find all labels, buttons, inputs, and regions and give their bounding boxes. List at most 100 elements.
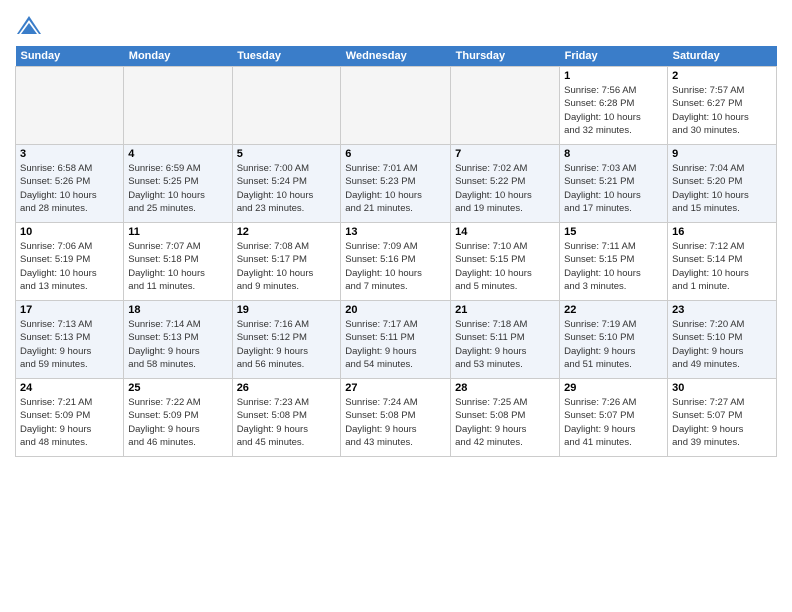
day-info: Sunrise: 7:14 AM Sunset: 5:13 PM Dayligh… (128, 318, 227, 371)
calendar-week-4: 24 Sunrise: 7:21 AM Sunset: 5:09 PM Dayli… (16, 379, 777, 457)
day-info: Sunrise: 7:56 AM Sunset: 6:28 PM Dayligh… (564, 84, 663, 137)
day-info: Sunrise: 7:13 AM Sunset: 5:13 PM Dayligh… (20, 318, 119, 371)
day-info: Sunrise: 7:27 AM Sunset: 5:07 PM Dayligh… (672, 396, 772, 449)
day-info: Sunrise: 7:20 AM Sunset: 5:10 PM Dayligh… (672, 318, 772, 371)
day-number: 12 (237, 226, 337, 238)
calendar-cell (16, 67, 124, 145)
calendar-cell: 10 Sunrise: 7:06 AM Sunset: 5:19 PM Dayli… (16, 223, 124, 301)
calendar-cell: 30Sunrise: 7:27 AM Sunset: 5:07 PM Dayli… (668, 379, 777, 457)
calendar-cell: 23 Sunrise: 7:20 AM Sunset: 5:10 PM Dayli… (668, 301, 777, 379)
day-info: Sunrise: 7:11 AM Sunset: 5:15 PM Dayligh… (564, 240, 663, 293)
day-number: 18 (128, 304, 227, 316)
weekday-header-friday: Friday (560, 46, 668, 67)
day-number: 1 (564, 70, 663, 82)
day-info: Sunrise: 7:10 AM Sunset: 5:15 PM Dayligh… (455, 240, 555, 293)
day-number: 11 (128, 226, 227, 238)
day-number: 6 (345, 148, 446, 160)
day-info: Sunrise: 7:08 AM Sunset: 5:17 PM Dayligh… (237, 240, 337, 293)
day-number: 20 (345, 304, 446, 316)
weekday-header-wednesday: Wednesday (341, 46, 451, 67)
day-info: Sunrise: 7:07 AM Sunset: 5:18 PM Dayligh… (128, 240, 227, 293)
day-info: Sunrise: 7:17 AM Sunset: 5:11 PM Dayligh… (345, 318, 446, 371)
day-number: 25 (128, 382, 227, 394)
day-info: Sunrise: 7:09 AM Sunset: 5:16 PM Dayligh… (345, 240, 446, 293)
calendar-cell: 18 Sunrise: 7:14 AM Sunset: 5:13 PM Dayli… (124, 301, 232, 379)
calendar-cell: 3 Sunrise: 6:58 AM Sunset: 5:26 PM Daylig… (16, 145, 124, 223)
day-number: 10 (20, 226, 119, 238)
calendar-cell: 5Sunrise: 7:00 AM Sunset: 5:24 PM Daylig… (232, 145, 341, 223)
day-info: Sunrise: 7:24 AM Sunset: 5:08 PM Dayligh… (345, 396, 446, 449)
day-number: 15 (564, 226, 663, 238)
day-number: 17 (20, 304, 119, 316)
day-info: Sunrise: 6:58 AM Sunset: 5:26 PM Dayligh… (20, 162, 119, 215)
weekday-header-saturday: Saturday (668, 46, 777, 67)
day-info: Sunrise: 6:59 AM Sunset: 5:25 PM Dayligh… (128, 162, 227, 215)
calendar-cell: 2 Sunrise: 7:57 AM Sunset: 6:27 PM Daylig… (668, 67, 777, 145)
day-number: 21 (455, 304, 555, 316)
day-info: Sunrise: 7:06 AM Sunset: 5:19 PM Dayligh… (20, 240, 119, 293)
day-number: 8 (564, 148, 663, 160)
day-number: 19 (237, 304, 337, 316)
calendar-cell: 14 Sunrise: 7:10 AM Sunset: 5:15 PM Dayli… (451, 223, 560, 301)
calendar-cell: 29Sunrise: 7:26 AM Sunset: 5:07 PM Dayli… (560, 379, 668, 457)
weekday-header-thursday: Thursday (451, 46, 560, 67)
calendar-cell: 19 Sunrise: 7:16 AM Sunset: 5:12 PM Dayli… (232, 301, 341, 379)
calendar-cell: 27 Sunrise: 7:24 AM Sunset: 5:08 PM Dayli… (341, 379, 451, 457)
calendar-table: SundayMondayTuesdayWednesdayThursdayFrid… (15, 46, 777, 457)
calendar-cell: 7 Sunrise: 7:02 AM Sunset: 5:22 PM Daylig… (451, 145, 560, 223)
day-info: Sunrise: 7:00 AM Sunset: 5:24 PM Dayligh… (237, 162, 337, 215)
calendar-cell: 20 Sunrise: 7:17 AM Sunset: 5:11 PM Dayli… (341, 301, 451, 379)
day-info: Sunrise: 7:01 AM Sunset: 5:23 PM Dayligh… (345, 162, 446, 215)
day-info: Sunrise: 7:18 AM Sunset: 5:11 PM Dayligh… (455, 318, 555, 371)
day-info: Sunrise: 7:57 AM Sunset: 6:27 PM Dayligh… (672, 84, 772, 137)
day-number: 29 (564, 382, 663, 394)
calendar-cell: 16 Sunrise: 7:12 AM Sunset: 5:14 PM Dayli… (668, 223, 777, 301)
day-info: Sunrise: 7:12 AM Sunset: 5:14 PM Dayligh… (672, 240, 772, 293)
day-number: 26 (237, 382, 337, 394)
day-number: 28 (455, 382, 555, 394)
weekday-header-sunday: Sunday (16, 46, 124, 67)
day-info: Sunrise: 7:25 AM Sunset: 5:08 PM Dayligh… (455, 396, 555, 449)
calendar-cell: 28 Sunrise: 7:25 AM Sunset: 5:08 PM Dayli… (451, 379, 560, 457)
day-number: 3 (20, 148, 119, 160)
day-number: 23 (672, 304, 772, 316)
calendar-cell: 4 Sunrise: 6:59 AM Sunset: 5:25 PM Daylig… (124, 145, 232, 223)
calendar-week-3: 17 Sunrise: 7:13 AM Sunset: 5:13 PM Dayli… (16, 301, 777, 379)
day-number: 7 (455, 148, 555, 160)
day-number: 2 (672, 70, 772, 82)
calendar-cell: 12 Sunrise: 7:08 AM Sunset: 5:17 PM Dayli… (232, 223, 341, 301)
calendar-cell: 24 Sunrise: 7:21 AM Sunset: 5:09 PM Dayli… (16, 379, 124, 457)
day-number: 16 (672, 226, 772, 238)
calendar-cell: 21 Sunrise: 7:18 AM Sunset: 5:11 PM Dayli… (451, 301, 560, 379)
day-info: Sunrise: 7:23 AM Sunset: 5:08 PM Dayligh… (237, 396, 337, 449)
calendar-cell: 17 Sunrise: 7:13 AM Sunset: 5:13 PM Dayli… (16, 301, 124, 379)
day-info: Sunrise: 7:16 AM Sunset: 5:12 PM Dayligh… (237, 318, 337, 371)
day-info: Sunrise: 7:03 AM Sunset: 5:21 PM Dayligh… (564, 162, 663, 215)
calendar-cell: 9Sunrise: 7:04 AM Sunset: 5:20 PM Daylig… (668, 145, 777, 223)
weekday-header-tuesday: Tuesday (232, 46, 341, 67)
calendar-cell (232, 67, 341, 145)
day-number: 22 (564, 304, 663, 316)
day-number: 13 (345, 226, 446, 238)
calendar-cell: 25 Sunrise: 7:22 AM Sunset: 5:09 PM Dayli… (124, 379, 232, 457)
logo-icon (15, 14, 43, 42)
calendar-cell (124, 67, 232, 145)
day-info: Sunrise: 7:22 AM Sunset: 5:09 PM Dayligh… (128, 396, 227, 449)
weekday-header-row: SundayMondayTuesdayWednesdayThursdayFrid… (16, 46, 777, 67)
calendar-cell (451, 67, 560, 145)
calendar-cell: 8 Sunrise: 7:03 AM Sunset: 5:21 PM Daylig… (560, 145, 668, 223)
day-number: 24 (20, 382, 119, 394)
day-number: 14 (455, 226, 555, 238)
day-info: Sunrise: 7:04 AM Sunset: 5:20 PM Dayligh… (672, 162, 772, 215)
calendar-cell: 15 Sunrise: 7:11 AM Sunset: 5:15 PM Dayli… (560, 223, 668, 301)
header (15, 10, 777, 42)
calendar-cell: 11 Sunrise: 7:07 AM Sunset: 5:18 PM Dayli… (124, 223, 232, 301)
logo (15, 14, 46, 42)
calendar-week-1: 3 Sunrise: 6:58 AM Sunset: 5:26 PM Daylig… (16, 145, 777, 223)
day-info: Sunrise: 7:21 AM Sunset: 5:09 PM Dayligh… (20, 396, 119, 449)
weekday-header-monday: Monday (124, 46, 232, 67)
day-number: 4 (128, 148, 227, 160)
day-info: Sunrise: 7:02 AM Sunset: 5:22 PM Dayligh… (455, 162, 555, 215)
day-number: 27 (345, 382, 446, 394)
main-container: SundayMondayTuesdayWednesdayThursdayFrid… (0, 0, 792, 462)
